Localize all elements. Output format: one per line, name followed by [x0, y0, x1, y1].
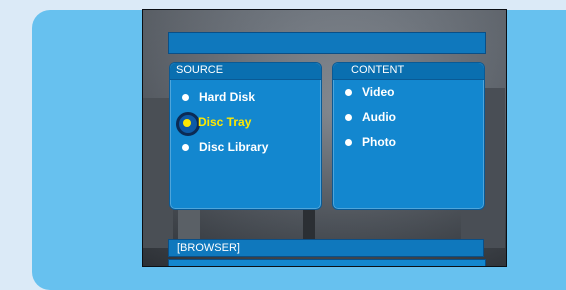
- browser-label: [BROWSER]: [177, 242, 240, 254]
- source-item-disc-tray[interactable]: Disc Tray: [198, 112, 251, 132]
- source-item-label: Disc Library: [199, 140, 269, 154]
- radio-icon: [182, 93, 189, 101]
- osd-screen: SOURCE Hard Disk Disc Tray Disc Library …: [142, 9, 507, 267]
- content-item-video[interactable]: Video: [345, 82, 394, 102]
- radio-icon: [345, 113, 352, 121]
- radio-selected-icon: [176, 112, 200, 136]
- radio-icon: [345, 138, 352, 146]
- source-item-label: Hard Disk: [199, 90, 256, 104]
- source-item-label: Disc Tray: [198, 115, 252, 129]
- source-item-disc-library[interactable]: Disc Library: [182, 137, 268, 157]
- radio-icon: [345, 88, 352, 96]
- radio-icon: [182, 143, 189, 151]
- browser-bar: [BROWSER]: [168, 239, 484, 257]
- content-item-audio[interactable]: Audio: [345, 107, 396, 127]
- content-item-label: Video: [362, 85, 395, 99]
- title-bar: [168, 32, 486, 54]
- content-item-label: Photo: [362, 135, 396, 149]
- source-header: SOURCE: [170, 63, 321, 80]
- source-header-label: SOURCE: [176, 64, 224, 76]
- source-panel: SOURCE Hard Disk Disc Tray Disc Library: [169, 62, 351, 210]
- content-item-photo[interactable]: Photo: [345, 132, 396, 152]
- content-item-label: Audio: [362, 110, 396, 124]
- content-panel: CONTENT Video Audio Photo: [332, 62, 485, 210]
- bottom-strip: [168, 259, 486, 266]
- content-header: CONTENT: [333, 63, 484, 80]
- source-item-hard-disk[interactable]: Hard Disk: [182, 87, 255, 107]
- content-header-label: CONTENT: [351, 64, 405, 76]
